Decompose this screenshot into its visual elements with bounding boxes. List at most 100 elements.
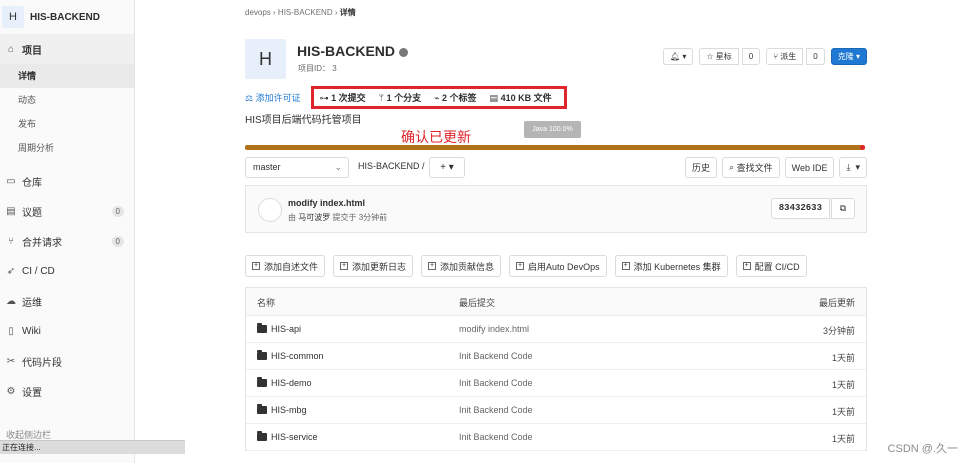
branch-name: master <box>253 162 281 172</box>
sidebar: H HIS-BACKEND ⌂ 项目 详情 动态 发布 周期分析 ▭ 仓库 ▤ … <box>0 0 135 463</box>
repo-icon: ▭ <box>6 175 16 187</box>
setup-cicd-button[interactable]: + 配置 CI/CD <box>735 255 807 277</box>
repo-toolbar: master ⌄ HIS-BACKEND / + ▾ 历史 ⌕ 查找文件 Web… <box>245 157 867 178</box>
file-last-commit[interactable]: Init Backend Code <box>459 351 533 361</box>
sidebar-project-name: HIS-BACKEND <box>30 11 100 23</box>
file-name[interactable]: HIS-common <box>257 350 324 361</box>
commit-author[interactable]: 马可波罗 <box>298 213 330 222</box>
folder-icon <box>257 323 267 333</box>
sidebar-subitem-details[interactable]: 详情 <box>0 64 134 88</box>
clone-button[interactable]: 克隆 ▾ <box>830 48 867 65</box>
web-ide-button[interactable]: Web IDE <box>784 157 835 178</box>
sidebar-item-label: 设置 <box>22 387 42 399</box>
sidebar-item-wiki[interactable]: ▯ Wiki <box>0 316 134 346</box>
quick-action-label: 添加贡献信息 <box>440 261 495 272</box>
file-name[interactable]: HIS-service <box>257 431 318 442</box>
sidebar-subitem-activity[interactable]: 动态 <box>0 88 134 112</box>
search-icon: ⌕ <box>729 162 735 172</box>
sidebar-subitem-cycle-analytics[interactable]: 周期分析 <box>0 136 134 160</box>
table-row[interactable]: HIS-common Init Backend Code 1天前 <box>246 343 866 370</box>
table-row[interactable]: HIS-api modify index.html 3分钟前 <box>246 316 866 343</box>
folder-icon <box>257 350 267 360</box>
add-license-label: 添加许可证 <box>255 93 301 103</box>
quick-actions: + 添加自述文件 + 添加更新日志 + 添加贡献信息 + 启用Auto DevOps +… <box>245 255 807 277</box>
star-button[interactable]: ☆ 星标 <box>699 48 739 65</box>
header-last-commit: 最后提交 <box>459 298 496 308</box>
file-last-commit[interactable]: Init Backend Code <box>459 432 533 442</box>
file-last-commit[interactable]: modify index.html <box>459 324 529 334</box>
sidebar-item-snippets[interactable]: ✂ 代码片段 <box>0 346 134 376</box>
language-bar[interactable] <box>245 145 865 150</box>
browser-status-bar: 正在连接... <box>0 440 185 454</box>
file-icon: ▤ <box>489 93 499 103</box>
project-avatar-small: H <box>2 6 24 28</box>
file-last-commit[interactable]: Init Backend Code <box>459 405 533 415</box>
history-button[interactable]: 历史 <box>685 157 718 178</box>
add-contributing-button[interactable]: + 添加贡献信息 <box>421 255 502 277</box>
download-icon: ⤓ <box>846 162 851 172</box>
copy-icon: ⧉ <box>839 203 847 213</box>
fork-icon: ⑂ <box>773 52 779 61</box>
repo-path-root[interactable]: HIS-BACKEND <box>358 161 420 171</box>
sidebar-subitem-releases[interactable]: 发布 <box>0 112 134 136</box>
branches-stat[interactable]: ᛘ 1 个分支 <box>379 91 421 104</box>
add-changelog-button[interactable]: + 添加更新日志 <box>333 255 414 277</box>
add-readme-button[interactable]: + 添加自述文件 <box>245 255 326 277</box>
chevron-down-icon: ▾ <box>448 162 454 173</box>
file-name[interactable]: HIS-demo <box>257 377 312 388</box>
scissors-icon: ✂ <box>6 355 16 367</box>
files-stat[interactable]: ▤ 410 KB 文件 <box>490 91 552 104</box>
notification-button[interactable]: 🔔︎ ▾ <box>662 48 694 65</box>
fork-button[interactable]: ⑂ 派生 <box>766 48 804 65</box>
sidebar-item-project[interactable]: ⌂ 项目 <box>0 34 134 64</box>
tags-stat[interactable]: ⌁ 2 个标签 <box>434 91 476 104</box>
enable-auto-devops-button[interactable]: + 启用Auto DevOps <box>509 255 607 277</box>
repo-path: HIS-BACKEND / <box>358 161 425 171</box>
find-file-button[interactable]: ⌕ 查找文件 <box>722 157 780 178</box>
sidebar-item-operations[interactable]: ☁ 运维 <box>0 286 134 316</box>
commit-title[interactable]: modify index.html <box>288 198 365 208</box>
file-tree-table: 名称 最后提交 最后更新 HIS-api modify index.html 3… <box>245 287 867 451</box>
download-dropdown[interactable]: ⤓ ▾ <box>839 157 867 178</box>
sidebar-item-settings[interactable]: ⚙ 设置 <box>0 376 134 406</box>
language-bar-end-marker <box>860 145 865 150</box>
quick-action-label: 添加 Kubernetes 集群 <box>633 261 721 272</box>
sidebar-item-cicd[interactable]: ➶ CI / CD <box>0 256 134 286</box>
fork-group: ⑂ 派生 0 <box>766 48 825 65</box>
add-kubernetes-button[interactable]: + 添加 Kubernetes 集群 <box>614 255 728 277</box>
breadcrumb-project[interactable]: HIS-BACKEND <box>278 8 333 17</box>
sidebar-item-label: 项目 <box>22 45 42 57</box>
commit-author-avatar[interactable] <box>258 198 282 222</box>
project-description: HIS项目后端代码托管项目 <box>245 115 362 126</box>
repo-buttons: 历史 ⌕ 查找文件 Web IDE ⤓ ▾ <box>685 157 867 178</box>
commit-time: 提交于 3分钟前 <box>332 213 388 222</box>
commit-meta: 由 马可波罗 提交于 3分钟前 <box>288 212 387 223</box>
file-name[interactable]: HIS-mbg <box>257 404 307 415</box>
table-row[interactable]: HIS-mbg Init Backend Code 1天前 <box>246 397 866 424</box>
file-name[interactable]: HIS-api <box>257 323 301 334</box>
commits-stat[interactable]: ⊶ 1 次提交 <box>320 91 366 104</box>
annotation-text: 确认已更新 <box>401 129 471 145</box>
sidebar-item-repository[interactable]: ▭ 仓库 <box>0 166 134 196</box>
files-size: 410 KB 文件 <box>500 93 552 103</box>
fork-count[interactable]: 0 <box>806 48 825 65</box>
table-row[interactable]: HIS-service Init Backend Code 1天前 <box>246 424 866 451</box>
copy-sha-button[interactable]: ⧉ <box>831 198 855 219</box>
table-row[interactable]: HIS-demo Init Backend Code 1天前 <box>246 370 866 397</box>
file-updated: 1天前 <box>831 380 855 390</box>
file-last-commit[interactable]: Init Backend Code <box>459 378 533 388</box>
add-file-dropdown[interactable]: + ▾ <box>429 157 465 178</box>
header-name: 名称 <box>257 298 276 308</box>
fork-label: 派生 <box>780 52 797 61</box>
breadcrumb-group[interactable]: devops <box>245 8 271 17</box>
add-license-link[interactable]: ⚖ 添加许可证 <box>245 91 301 104</box>
sidebar-item-merge-requests[interactable]: ⑂ 合并请求 0 <box>0 226 134 256</box>
star-group: ☆ 星标 0 <box>699 48 761 65</box>
sidebar-item-issues[interactable]: ▤ 议题 0 <box>0 196 134 226</box>
language-tooltip: Java 100.0% <box>524 121 581 138</box>
branch-select[interactable]: master ⌄ <box>245 157 349 178</box>
star-count[interactable]: 0 <box>741 48 761 65</box>
sidebar-project-header[interactable]: H HIS-BACKEND <box>0 0 134 34</box>
project-id: 项目ID： 3 <box>298 64 337 73</box>
commit-sha[interactable]: 83432633 <box>770 198 830 219</box>
